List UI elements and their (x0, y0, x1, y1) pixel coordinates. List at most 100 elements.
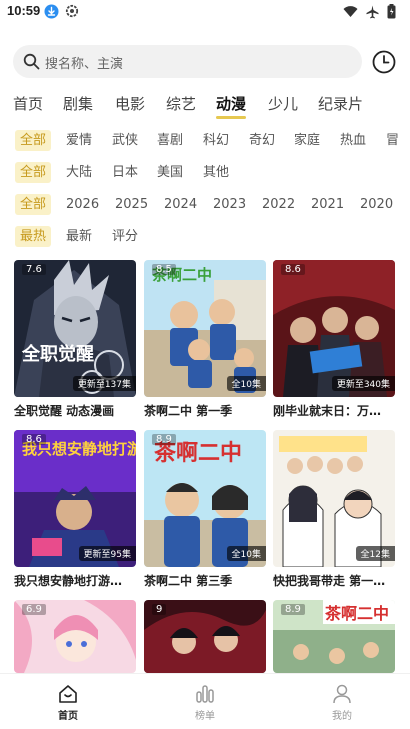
tab-movies[interactable]: 电影 (115, 93, 145, 114)
card-title: 我只想安静地打游… (14, 574, 123, 588)
rating-badge: 9 (152, 604, 167, 615)
episode-badge: 全10集 (226, 376, 266, 391)
poster: 8.6 更新至340集 (273, 260, 395, 397)
card-title: 茶啊二中 第一季 (144, 404, 233, 418)
airplane-mode-icon (366, 5, 379, 18)
tab-documentary[interactable]: 纪录片 (318, 93, 363, 114)
region-chip[interactable]: 全部 (15, 162, 52, 183)
genre-filter-row: 全部 爱情 武侠 喜剧 科幻 奇幻 家庭 热血 冒 (0, 130, 410, 152)
poster: 茶啊二中 8.5 全10集 (144, 260, 266, 397)
tab-anime-label: 动漫 (216, 95, 247, 113)
chart-icon (196, 685, 214, 703)
poster: 全12集 (273, 430, 395, 567)
rating-badge: 8.5 (152, 264, 176, 275)
battery-icon (387, 4, 396, 19)
download-notification-icon (44, 4, 59, 19)
anime-card[interactable]: 8.6 更新至340集 刚毕业就末日：万… (273, 260, 395, 419)
year-chip[interactable]: 2024 (164, 194, 197, 215)
card-title: 快把我哥带走 第一… (273, 574, 386, 588)
rating-badge: 6.9 (22, 604, 46, 615)
status-time: 10:59 (7, 3, 41, 18)
status-bar: 10:59 (0, 0, 410, 24)
history-clock-icon[interactable] (372, 50, 396, 74)
sort-chip[interactable]: 最热 (15, 226, 52, 247)
tab-home[interactable]: 首页 (13, 93, 43, 114)
rating-badge: 8.6 (281, 264, 305, 275)
tab-anime[interactable]: 动漫 (216, 93, 247, 119)
year-chip[interactable]: 2020 (360, 194, 393, 215)
genre-chip[interactable]: 科幻 (203, 130, 229, 151)
poster: 9 (144, 600, 266, 673)
sort-filter-row: 最热 最新 评分 (0, 226, 410, 248)
region-filter-row: 全部 大陆 日本 美国 其他 (0, 162, 410, 184)
poster: 6.9 (14, 600, 136, 673)
nav-ranking[interactable]: 榜单 (175, 683, 235, 722)
anime-card[interactable]: 9 (144, 600, 266, 673)
episode-badge: 更新至340集 (331, 376, 395, 391)
anime-card[interactable]: 茶啊二中 8.5 全10集 茶啊二中 第一季 (144, 260, 266, 419)
anime-card[interactable]: 6.9 (14, 600, 136, 673)
wifi-icon (343, 6, 358, 17)
search-placeholder: 搜名称、主演 (45, 57, 124, 72)
active-tab-indicator (216, 116, 247, 119)
episode-badge: 更新至137集 (72, 376, 136, 391)
year-chip[interactable]: 全部 (15, 194, 52, 215)
search-input[interactable]: 搜名称、主演 (13, 45, 362, 78)
genre-chip[interactable]: 爱情 (66, 130, 92, 151)
search-row: 搜名称、主演 (13, 45, 403, 79)
region-chip[interactable]: 大陆 (66, 162, 92, 183)
home-icon (59, 685, 77, 703)
tab-variety[interactable]: 综艺 (166, 93, 196, 114)
anime-card[interactable]: 茶啊二中 8.9 全10集 茶啊二中 第三季 (144, 430, 266, 589)
episode-badge: 全12集 (355, 546, 395, 561)
poster: 茶啊二中 8.9 (273, 600, 395, 673)
card-title: 茶啊二中 第三季 (144, 574, 233, 588)
anime-card[interactable]: 茶啊二中 8.9 (273, 600, 395, 673)
anime-card[interactable]: 我只想安静地打游戏 8.6 更新至95集 我只想安静地打游… (14, 430, 136, 589)
genre-chip[interactable]: 全部 (15, 130, 52, 151)
nav-profile-label: 我的 (332, 711, 352, 722)
nav-ranking-label: 榜单 (195, 711, 215, 722)
poster: 我只想安静地打游戏 8.6 更新至95集 (14, 430, 136, 567)
year-chip[interactable]: 2026 (66, 194, 99, 215)
tab-series[interactable]: 剧集 (63, 93, 93, 114)
anime-card[interactable]: 全12集 快把我哥带走 第一… (273, 430, 395, 589)
genre-chip[interactable]: 武侠 (112, 130, 138, 151)
poster-title-text: 全职觉醒 (21, 343, 94, 365)
year-chip[interactable]: 2025 (115, 194, 148, 215)
genre-chip[interactable]: 热血 (340, 130, 366, 151)
nav-profile[interactable]: 我的 (312, 683, 372, 722)
rating-badge: 8.9 (152, 434, 176, 445)
card-title: 刚毕业就末日：万… (273, 404, 382, 418)
poster: 茶啊二中 8.9 全10集 (144, 430, 266, 567)
rating-badge: 8.9 (281, 604, 305, 615)
sort-chip[interactable]: 最新 (66, 226, 92, 247)
genre-chip[interactable]: 家庭 (294, 130, 320, 151)
year-chip[interactable]: 2021 (311, 194, 344, 215)
nav-home-label: 首页 (58, 711, 78, 722)
bottom-nav: 首页 榜单 我的 (0, 673, 410, 729)
nav-home[interactable]: 首页 (38, 683, 98, 722)
year-chip[interactable]: 2022 (262, 194, 295, 215)
year-filter-row: 全部 2026 2025 2024 2023 2022 2021 2020 (0, 194, 410, 216)
region-chip[interactable]: 美国 (157, 162, 183, 183)
sort-chip[interactable]: 评分 (112, 226, 138, 247)
genre-chip[interactable]: 奇幻 (249, 130, 275, 151)
category-tabs: 首页 剧集 电影 综艺 动漫 少儿 纪录片 (0, 93, 410, 119)
poster: 全职觉醒 7.6 更新至137集 (14, 260, 136, 397)
genre-chip[interactable]: 冒 (386, 130, 399, 151)
episode-badge: 更新至95集 (78, 546, 136, 561)
region-chip[interactable]: 日本 (112, 162, 138, 183)
genre-chip[interactable]: 喜剧 (157, 130, 183, 151)
episode-badge: 全10集 (226, 546, 266, 561)
rating-badge: 8.6 (22, 434, 46, 445)
tab-kids[interactable]: 少儿 (268, 93, 298, 114)
rating-badge: 7.6 (22, 264, 46, 275)
anime-card[interactable]: 全职觉醒 7.6 更新至137集 全职觉醒 动态漫画 (14, 260, 136, 419)
user-icon (333, 684, 351, 704)
poster-title-text: 茶啊二中 (324, 604, 389, 623)
search-icon (23, 53, 40, 70)
year-chip[interactable]: 2023 (213, 194, 246, 215)
region-chip[interactable]: 其他 (203, 162, 229, 183)
card-title: 全职觉醒 动态漫画 (14, 404, 115, 418)
